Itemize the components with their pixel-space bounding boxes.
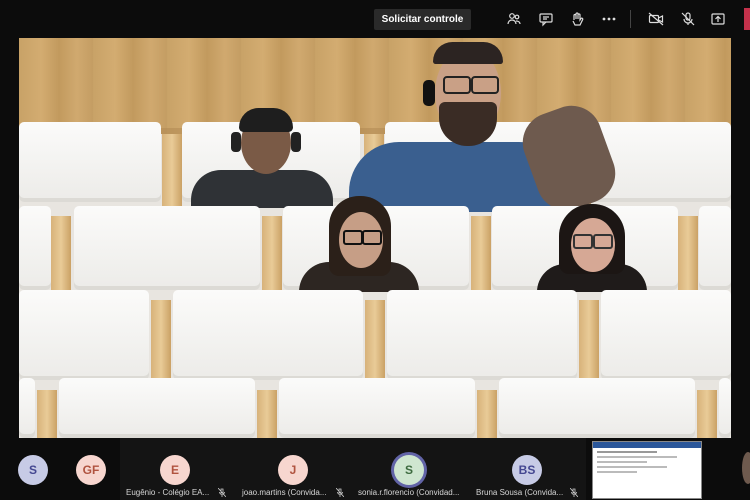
meeting-toolbar: Solicitar controle xyxy=(0,0,750,38)
seat xyxy=(19,122,161,202)
seat xyxy=(74,206,260,290)
seat-divider xyxy=(678,216,698,290)
participant-video-man-headset xyxy=(191,108,333,208)
more-icon[interactable] xyxy=(597,8,621,30)
avatar: BS xyxy=(512,455,542,485)
avatar: S xyxy=(394,455,424,485)
seat xyxy=(699,206,731,290)
seat xyxy=(59,378,255,438)
participant-tile[interactable]: J joao.martins (Convida... xyxy=(236,438,352,500)
people-icon[interactable] xyxy=(502,8,526,30)
seat xyxy=(387,290,577,380)
seat-divider xyxy=(51,216,71,290)
mic-off-icon xyxy=(336,488,344,497)
participant-video-woman-glasses-2 xyxy=(537,204,647,292)
seat-divider xyxy=(697,390,717,438)
seat-divider xyxy=(365,300,385,380)
participant-video-bearded-man xyxy=(349,38,629,219)
seat-divider xyxy=(151,300,171,380)
avatar: J xyxy=(278,455,308,485)
seat xyxy=(279,378,475,438)
seat xyxy=(499,378,695,438)
share-tray-icon[interactable] xyxy=(706,8,730,30)
thumbnail-titlebar xyxy=(593,442,701,448)
avatar: E xyxy=(160,455,190,485)
participant-tile[interactable]: E Eugênio - Colégio EA... xyxy=(120,438,236,500)
raise-hand-icon[interactable] xyxy=(565,8,589,30)
participant-name: joao.martins (Convida... xyxy=(242,488,327,497)
chat-icon[interactable] xyxy=(534,8,558,30)
participant-tile[interactable]: GF xyxy=(62,438,120,500)
seat xyxy=(601,290,731,380)
seat xyxy=(719,378,731,438)
seat-divider xyxy=(37,390,57,438)
participant-name: sonia.r.florencio (Convidad... xyxy=(358,488,460,497)
seat xyxy=(19,206,51,290)
seat xyxy=(19,290,149,380)
leave-button[interactable] xyxy=(744,8,750,30)
participant-video-woman-glasses xyxy=(299,196,419,292)
mic-off-icon xyxy=(570,488,578,497)
mic-off-icon[interactable] xyxy=(676,8,700,30)
seat-divider xyxy=(579,300,599,380)
participant-tile-speaking[interactable]: S sonia.r.florencio (Convidad... xyxy=(352,438,468,500)
seat xyxy=(19,378,35,438)
participant-tile[interactable]: BS Bruna Sousa (Convida... xyxy=(468,438,586,500)
screen-share-thumbnail[interactable] xyxy=(592,441,702,499)
avatar: S xyxy=(18,455,48,485)
shared-video-stage xyxy=(19,38,731,438)
avatar: GF xyxy=(76,455,106,485)
seat-divider xyxy=(262,216,282,290)
seat-divider xyxy=(162,134,182,206)
request-control-button[interactable]: Solicitar controle xyxy=(374,9,471,30)
partial-participant-tile[interactable] xyxy=(742,452,750,484)
seat-divider xyxy=(257,390,277,438)
seat-divider xyxy=(471,216,491,290)
toolbar-divider xyxy=(630,10,631,28)
participant-name: Bruna Sousa (Convida... xyxy=(476,488,564,497)
participant-tile[interactable]: S xyxy=(0,438,62,500)
seat xyxy=(173,290,363,380)
mic-off-icon xyxy=(218,488,226,497)
seat-divider xyxy=(477,390,497,438)
participant-name: Eugênio - Colégio EA... xyxy=(126,488,210,497)
camera-off-icon[interactable] xyxy=(644,8,668,30)
